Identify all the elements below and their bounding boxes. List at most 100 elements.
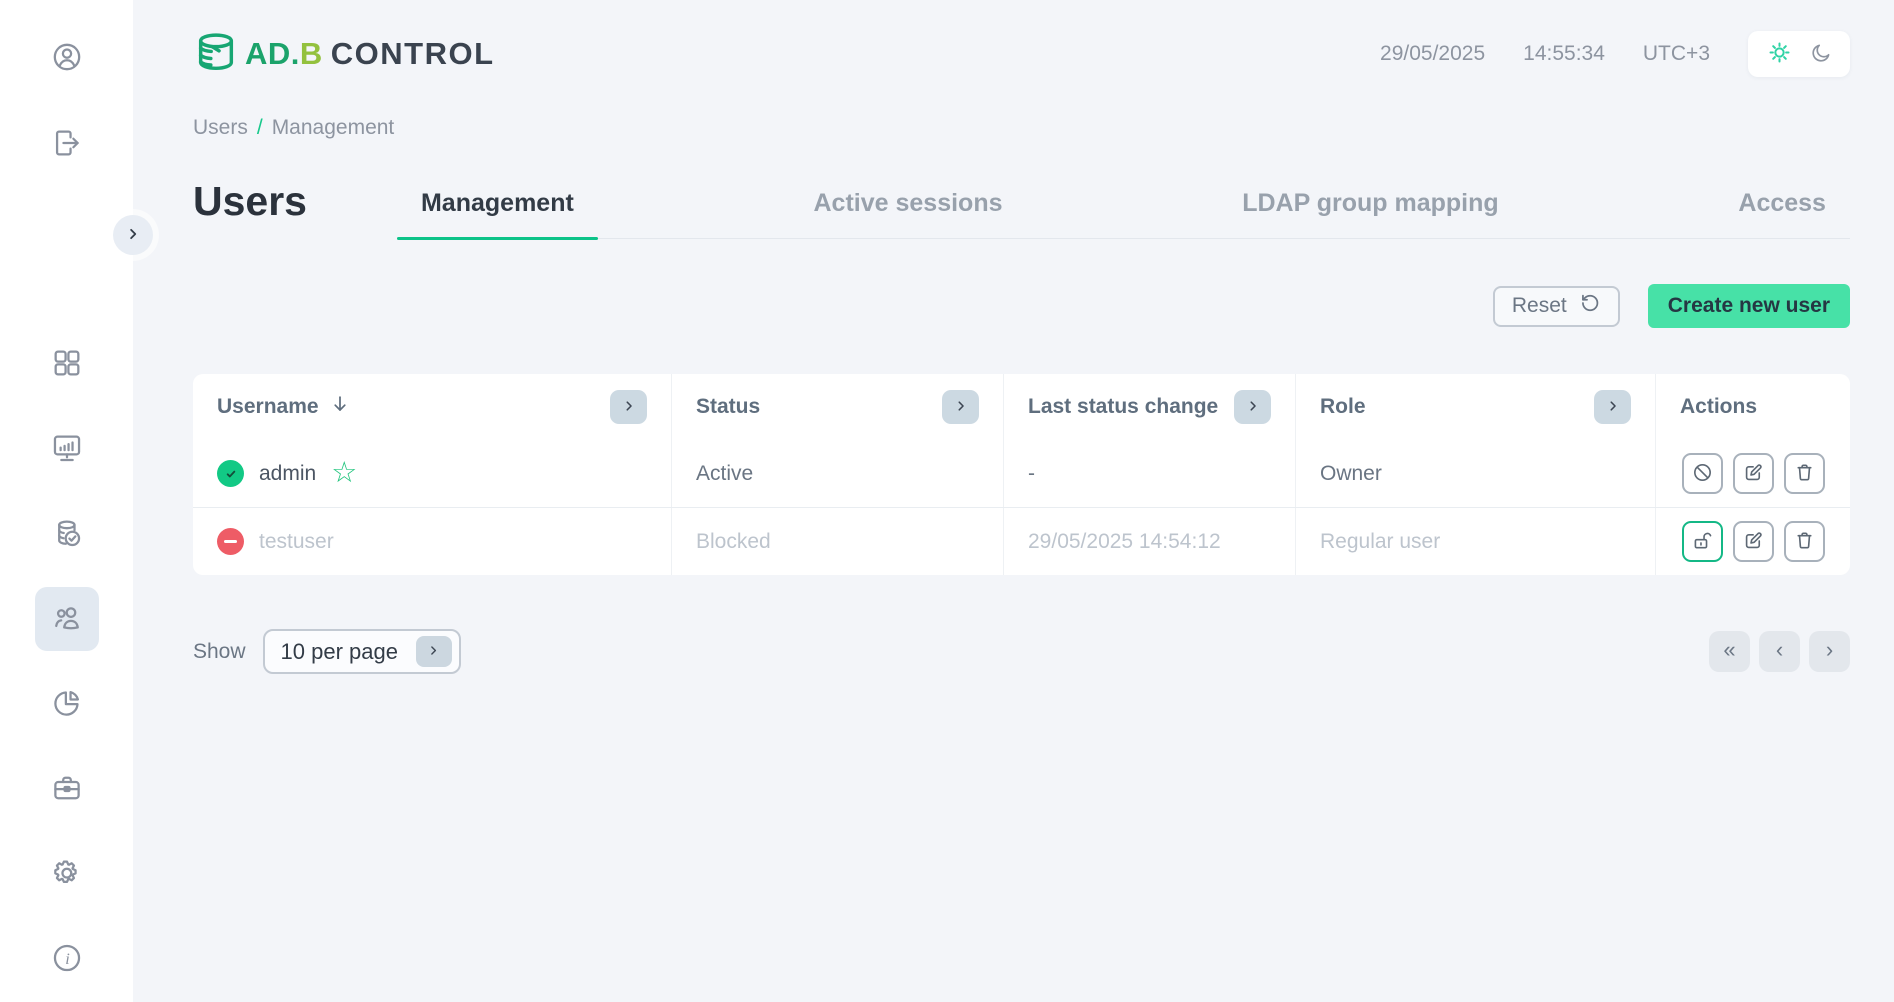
sidebar-item-settings[interactable] <box>35 842 99 906</box>
edit-user-button[interactable] <box>1732 453 1774 494</box>
expand-column-role-button[interactable] <box>1594 390 1631 424</box>
header-role-label: Role <box>1320 395 1366 418</box>
timezone: UTC+3 <box>1642 42 1710 65</box>
theme-toggle <box>1748 31 1850 77</box>
status-active-icon <box>217 460 244 487</box>
header-actions-label: Actions <box>1680 395 1758 418</box>
info-icon: i <box>50 941 84 978</box>
show-label: Show <box>193 639 246 663</box>
expand-column-status-button[interactable] <box>942 390 979 424</box>
next-page-button[interactable]: › <box>1809 631 1850 672</box>
sun-icon <box>1766 39 1793 69</box>
table-footer: Show 10 per page « ‹ › <box>193 629 1850 674</box>
users-icon <box>50 601 84 638</box>
edit-user-button[interactable] <box>1732 521 1774 562</box>
gear-icon <box>50 856 84 893</box>
last-status-change-value: - <box>1028 461 1035 485</box>
cell-status: Blocked <box>672 508 1004 575</box>
sidebar: i <box>0 0 153 1002</box>
trash-icon <box>1793 461 1816 487</box>
expand-column-username-button[interactable] <box>610 390 647 424</box>
topbar: AD. B CONTROL 29/05/2025 14:55:34 UTC+3 <box>193 26 1850 82</box>
expand-column-last-status-button[interactable] <box>1234 390 1271 424</box>
table-body: admin ☆ Active - Owner testuser Blocked … <box>193 440 1850 575</box>
users-table: Username Status Last status change Role <box>193 374 1850 575</box>
delete-user-button[interactable] <box>1783 453 1825 494</box>
logout-button[interactable] <box>35 112 99 176</box>
status-value: Active <box>696 461 754 485</box>
chevron-right-icon <box>124 225 142 246</box>
username-value: testuser <box>259 529 334 553</box>
sidebar-item-backup[interactable] <box>35 502 99 566</box>
tabs: Management Active sessions LDAP group ma… <box>396 189 1850 240</box>
sidebar-expand-button[interactable] <box>113 215 153 255</box>
cell-role: Owner <box>1296 440 1656 507</box>
prev-page-button[interactable]: ‹ <box>1759 631 1800 672</box>
sidebar-item-users[interactable] <box>34 587 99 651</box>
header-status: Status <box>672 374 1004 440</box>
app-root: i AD. B CONTROL 29/05/2025 14:55:34 UTC+3 <box>0 0 1894 1002</box>
reset-button-label: Reset <box>1511 294 1567 317</box>
sidebar-item-monitoring[interactable] <box>35 417 99 481</box>
sidebar-item-dashboard[interactable] <box>35 332 99 396</box>
last-status-change-value: 29/05/2025 14:54:12 <box>1028 529 1221 553</box>
tab-access[interactable]: Access <box>1714 189 1850 238</box>
header-actions: Actions <box>1656 374 1850 440</box>
breadcrumb-management: Management <box>271 116 395 139</box>
table-header-row: Username Status Last status change Role <box>193 374 1850 440</box>
first-page-button[interactable]: « <box>1709 631 1750 672</box>
moon-icon <box>1809 41 1833 68</box>
tab-ldap-group-mapping[interactable]: LDAP group mapping <box>1218 189 1522 238</box>
cell-actions <box>1656 508 1850 575</box>
header-username: Username <box>193 374 672 440</box>
edit-icon <box>1742 529 1765 555</box>
sidebar-item-jobs[interactable] <box>35 757 99 821</box>
per-page-select[interactable]: 10 per page <box>262 629 461 674</box>
light-theme-button[interactable] <box>1766 39 1793 69</box>
block-user-button[interactable] <box>1681 453 1723 494</box>
app-logo: AD. B CONTROL <box>193 29 495 80</box>
unblock-user-button[interactable] <box>1681 521 1723 562</box>
per-page-control: Show 10 per page <box>193 629 461 674</box>
pie-chart-icon <box>50 686 84 723</box>
dark-theme-button[interactable] <box>1809 41 1833 68</box>
cell-last-status-change: - <box>1004 440 1296 507</box>
chevron-right-icon <box>427 644 440 660</box>
favorite-star-icon[interactable]: ☆ <box>331 459 357 488</box>
pagination: « ‹ › <box>1709 631 1850 672</box>
monitor-chart-icon <box>50 431 84 468</box>
cell-last-status-change: 29/05/2025 14:54:12 <box>1004 508 1296 575</box>
role-value: Owner <box>1320 461 1382 485</box>
breadcrumb-users[interactable]: Users <box>193 116 248 140</box>
breadcrumb: Users / Management <box>193 116 1850 140</box>
tab-active-sessions[interactable]: Active sessions <box>790 189 1027 238</box>
sort-desc-icon[interactable] <box>329 393 351 421</box>
app-title: AD. B CONTROL <box>245 36 495 71</box>
current-date: 29/05/2025 <box>1380 42 1486 65</box>
create-new-user-button[interactable]: Create new user <box>1647 284 1850 328</box>
per-page-expand-button[interactable] <box>415 636 452 667</box>
role-value: Regular user <box>1320 529 1441 553</box>
title-row: Users Management Active sessions LDAP gr… <box>193 178 1850 240</box>
header-username-label: Username <box>217 395 319 418</box>
cell-status: Active <box>672 440 1004 507</box>
edit-icon <box>1742 461 1765 487</box>
page-title: Users <box>193 178 307 224</box>
database-logo-icon <box>193 29 239 80</box>
profile-button[interactable] <box>35 26 99 90</box>
tab-management[interactable]: Management <box>396 189 598 240</box>
header-status-label: Status <box>696 395 761 418</box>
current-time: 14:55:34 <box>1523 42 1605 65</box>
header-role: Role <box>1296 374 1656 440</box>
delete-user-button[interactable] <box>1783 521 1825 562</box>
sidebar-item-statistics[interactable] <box>35 672 99 736</box>
trash-icon <box>1793 529 1816 555</box>
toolbar: Reset Create new user <box>193 284 1850 328</box>
sidebar-nav: i <box>0 332 133 991</box>
chevron-right-icon <box>622 399 636 416</box>
cell-username: admin ☆ <box>193 440 672 507</box>
table-row-testuser: testuser Blocked 29/05/2025 14:54:12 Reg… <box>193 507 1850 575</box>
header-last-status-change: Last status change <box>1004 374 1296 440</box>
sidebar-item-about[interactable]: i <box>35 927 99 991</box>
reset-button[interactable]: Reset <box>1492 285 1620 327</box>
